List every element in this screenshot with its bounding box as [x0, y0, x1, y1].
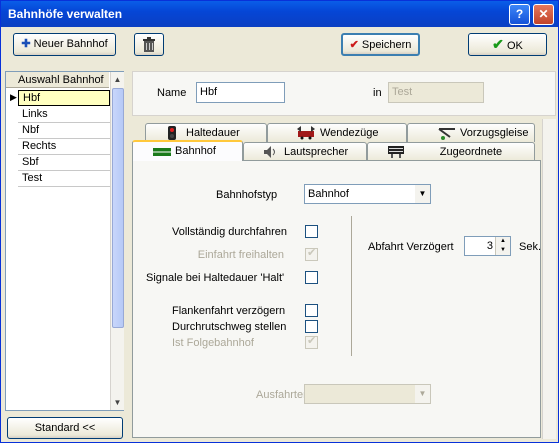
- checkmark-icon: ✔: [349, 39, 359, 51]
- chevron-down-icon: ▼: [415, 185, 430, 203]
- spin-up-icon[interactable]: ▲: [496, 237, 510, 246]
- checkbox-vollstaendig[interactable]: [305, 225, 318, 238]
- trash-icon: [143, 37, 155, 52]
- tab-vorzugsgleise[interactable]: Vorzugsgleise: [407, 123, 535, 142]
- speaker-icon: [264, 146, 275, 158]
- ok-button[interactable]: ✔ OK: [468, 33, 547, 56]
- list-item[interactable]: Sbf: [18, 155, 110, 171]
- standard-button[interactable]: Standard <<: [7, 417, 123, 439]
- checkbox-folgebahnhof: ✔: [305, 335, 318, 349]
- window-title: Bahnhöfe verwalten: [8, 7, 123, 21]
- checkbox-signale[interactable]: [305, 271, 318, 284]
- checkbox-einfahrt: ✔: [305, 247, 318, 261]
- name-input[interactable]: Hbf: [196, 82, 285, 103]
- tab-zuganzeiger[interactable]: Zugeordnete Zuganzeiger: [367, 142, 535, 176]
- exits-select: ▼: [304, 384, 431, 404]
- scroll-thumb[interactable]: [112, 88, 124, 328]
- check-label: Vollständig durchfahren: [172, 226, 287, 238]
- list-item[interactable]: Test: [18, 171, 110, 187]
- close-button[interactable]: ✕: [533, 4, 554, 25]
- checkmark-icon: ✔: [492, 36, 504, 52]
- delay-label: Abfahrt Verzögert: [368, 241, 454, 253]
- divider: [351, 216, 352, 356]
- bahnhof-form: Bahnhofstyp Bahnhof ▼ Vollständig durchf…: [132, 160, 541, 438]
- list-scrollbar[interactable]: ▲ ▼: [110, 72, 124, 410]
- tab-wendezuege[interactable]: Wendezüge: [267, 123, 407, 142]
- tab-bahnhof[interactable]: Bahnhof: [132, 140, 243, 161]
- display-board-icon: [388, 146, 404, 158]
- plus-icon: ✚: [21, 38, 31, 50]
- check-label: Flankenfahrt verzögern: [172, 305, 286, 317]
- scroll-down-icon[interactable]: ▼: [111, 396, 124, 409]
- in-label: in: [373, 87, 382, 99]
- list-item[interactable]: Links: [18, 107, 110, 123]
- name-label: Name: [157, 87, 187, 99]
- chevron-down-icon: ▼: [415, 385, 430, 403]
- station-list: Auswahl Bahnhof ▶ Hbf Links Nbf Rechts S…: [5, 71, 124, 411]
- station-icon: [153, 148, 171, 156]
- checkmark-icon: ✔: [307, 335, 317, 347]
- delete-button[interactable]: [134, 33, 164, 56]
- list-header: Auswahl Bahnhof: [6, 72, 109, 88]
- help-button[interactable]: ?: [509, 4, 530, 25]
- new-station-button[interactable]: ✚ Neuer Bahnhof: [13, 33, 116, 56]
- track-switch-icon: [438, 128, 455, 140]
- station-type-select[interactable]: Bahnhof ▼: [304, 184, 431, 204]
- title-bar: Bahnhöfe verwalten ? ✕: [1, 1, 558, 27]
- parent-input: Test: [388, 82, 484, 103]
- check-label: Einfahrt freihalten: [197, 249, 284, 261]
- checkbox-durchrutschweg[interactable]: [305, 320, 318, 333]
- list-item[interactable]: Hbf: [18, 90, 110, 106]
- save-button[interactable]: ✔ Speichern: [341, 33, 420, 56]
- spin-buttons[interactable]: ▲ ▼: [495, 237, 510, 255]
- form-scrollbar[interactable]: [542, 119, 556, 439]
- check-label: Durchrutschweg stellen: [172, 321, 287, 333]
- delay-stepper[interactable]: 3 ▲ ▼: [464, 236, 511, 256]
- tab-lautsprecher[interactable]: Lautsprecher: [243, 142, 367, 161]
- scroll-up-icon[interactable]: ▲: [111, 73, 124, 86]
- list-item[interactable]: Rechts: [18, 139, 110, 155]
- station-type-label: Bahnhofstyp: [216, 189, 278, 201]
- exits-label: Ausfahrten: [256, 389, 310, 401]
- checkmark-icon: ✔: [307, 247, 317, 259]
- reverse-train-icon: [297, 126, 315, 140]
- check-label: Signale bei Haltedauer 'Halt': [146, 272, 285, 284]
- dialog-window: Bahnhöfe verwalten ? ✕ ✚ Neuer Bahnhof ✔…: [0, 0, 559, 443]
- spin-down-icon[interactable]: ▼: [496, 246, 510, 255]
- list-item[interactable]: Nbf: [18, 123, 110, 139]
- checkbox-flankenfahrt[interactable]: [305, 304, 318, 317]
- traffic-light-icon: [168, 126, 176, 140]
- delay-unit: Sek.: [519, 241, 542, 253]
- row-pointer-icon: ▶: [10, 92, 17, 102]
- check-label: Ist Folgebahnhof: [172, 337, 254, 349]
